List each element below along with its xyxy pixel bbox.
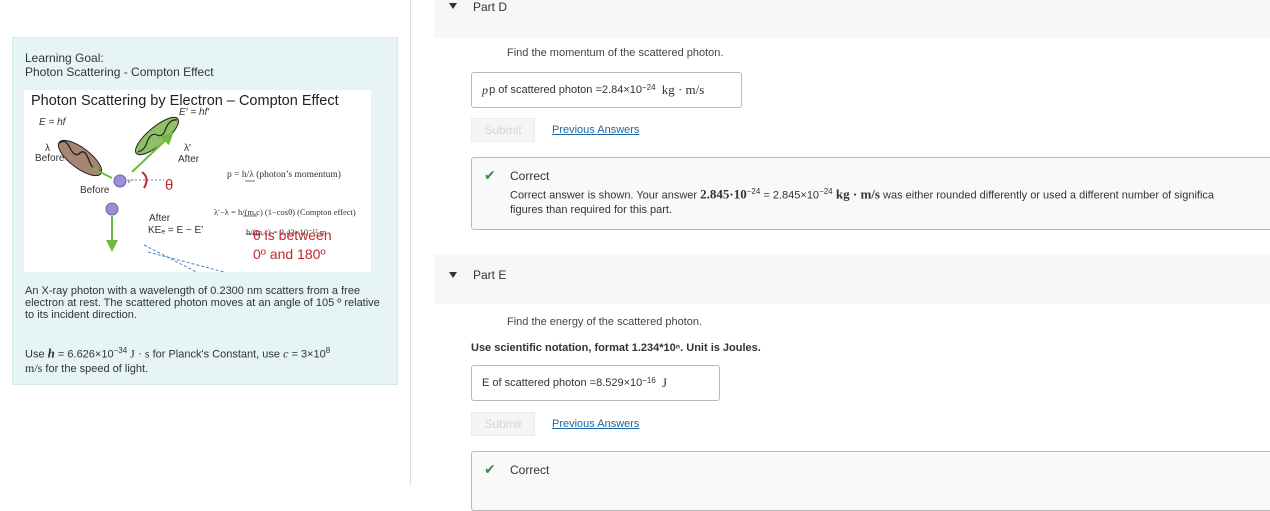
panel-divider [410,0,411,485]
learning-goal-title: Learning Goal: [25,51,104,65]
part-d-feedback: ✔ Correct Correct answer is shown. Your … [471,157,1270,230]
constants-statement: Use h = 6.626×10−34 J · s for Planck's C… [25,345,331,375]
part-d-submit-button[interactable]: Submit [471,118,535,142]
part-d-feedback-title: Correct [510,169,550,183]
before-label-top: Before [35,153,65,164]
caret-down-icon[interactable] [449,272,457,278]
part-e-title: Part E [473,268,507,282]
part-d-answer-field[interactable]: p p of scattered photon = 2.84×10 −24 kg … [471,72,742,108]
learning-goal-panel: Learning Goal: Photon Scattering - Compt… [12,37,398,385]
part-e-submit-button[interactable]: Submit [471,412,535,436]
check-icon: ✔ [484,167,496,183]
svg-text:e⁻: e⁻ [128,179,135,185]
part-e-format-note: Use scientific notation, format 1.234*10… [471,342,761,354]
after-label-top: After [178,154,200,165]
part-e-feedback-title: Correct [510,463,550,477]
theta-label: θ [165,177,174,194]
part-d-feedback-message: Correct answer is shown. Your answer 2.8… [510,186,1215,216]
theta-range-line1: θ is between [253,227,332,243]
check-icon: ✔ [484,461,496,477]
compton-figure: Photon Scattering by Electron – Compton … [24,90,371,272]
part-d-header[interactable]: Part D [434,0,1270,38]
before-label-electron: Before [80,185,110,196]
part-d-title: Part D [473,0,508,14]
learning-goal-subtitle: Photon Scattering - Compton Effect [25,65,214,79]
part-e-instruction: Find the energy of the scattered photon. [507,316,703,328]
scattered-photon-icon [135,116,179,156]
part-d-instruction: Find the momentum of the scattered photo… [507,47,724,59]
compton-formula: λ′−λ = h/(mₑc) (1−cosθ) (Compton effect) [214,207,356,217]
incident-energy-label: E = hf [39,117,66,128]
part-e-answer-field[interactable]: E of scattered photon = 8.529×10 −16 J [471,365,720,401]
lambda-prime-label: λ′ [184,143,191,154]
part-e-previous-answers-link[interactable]: Previous Answers [552,418,639,430]
part-e-header[interactable]: Part E [434,254,1270,304]
kinetic-energy-label: KEₑ = E − E′ [148,225,204,236]
problem-statement: An X-ray photon with a wavelength of 0.2… [25,285,380,321]
electron-after-icon [105,202,119,216]
electron-before-icon [113,174,127,188]
scattered-energy-label: E′ = hf′ [179,107,210,118]
part-e-feedback: ✔ Correct [471,451,1270,511]
caret-down-icon[interactable] [449,3,457,9]
after-label-electron: After [149,213,171,224]
momentum-formula: p = h/λ (photon’s momentum) [227,170,341,180]
theta-range-line2: 0º and 180º [253,246,326,262]
part-d-previous-answers-link[interactable]: Previous Answers [552,124,639,136]
